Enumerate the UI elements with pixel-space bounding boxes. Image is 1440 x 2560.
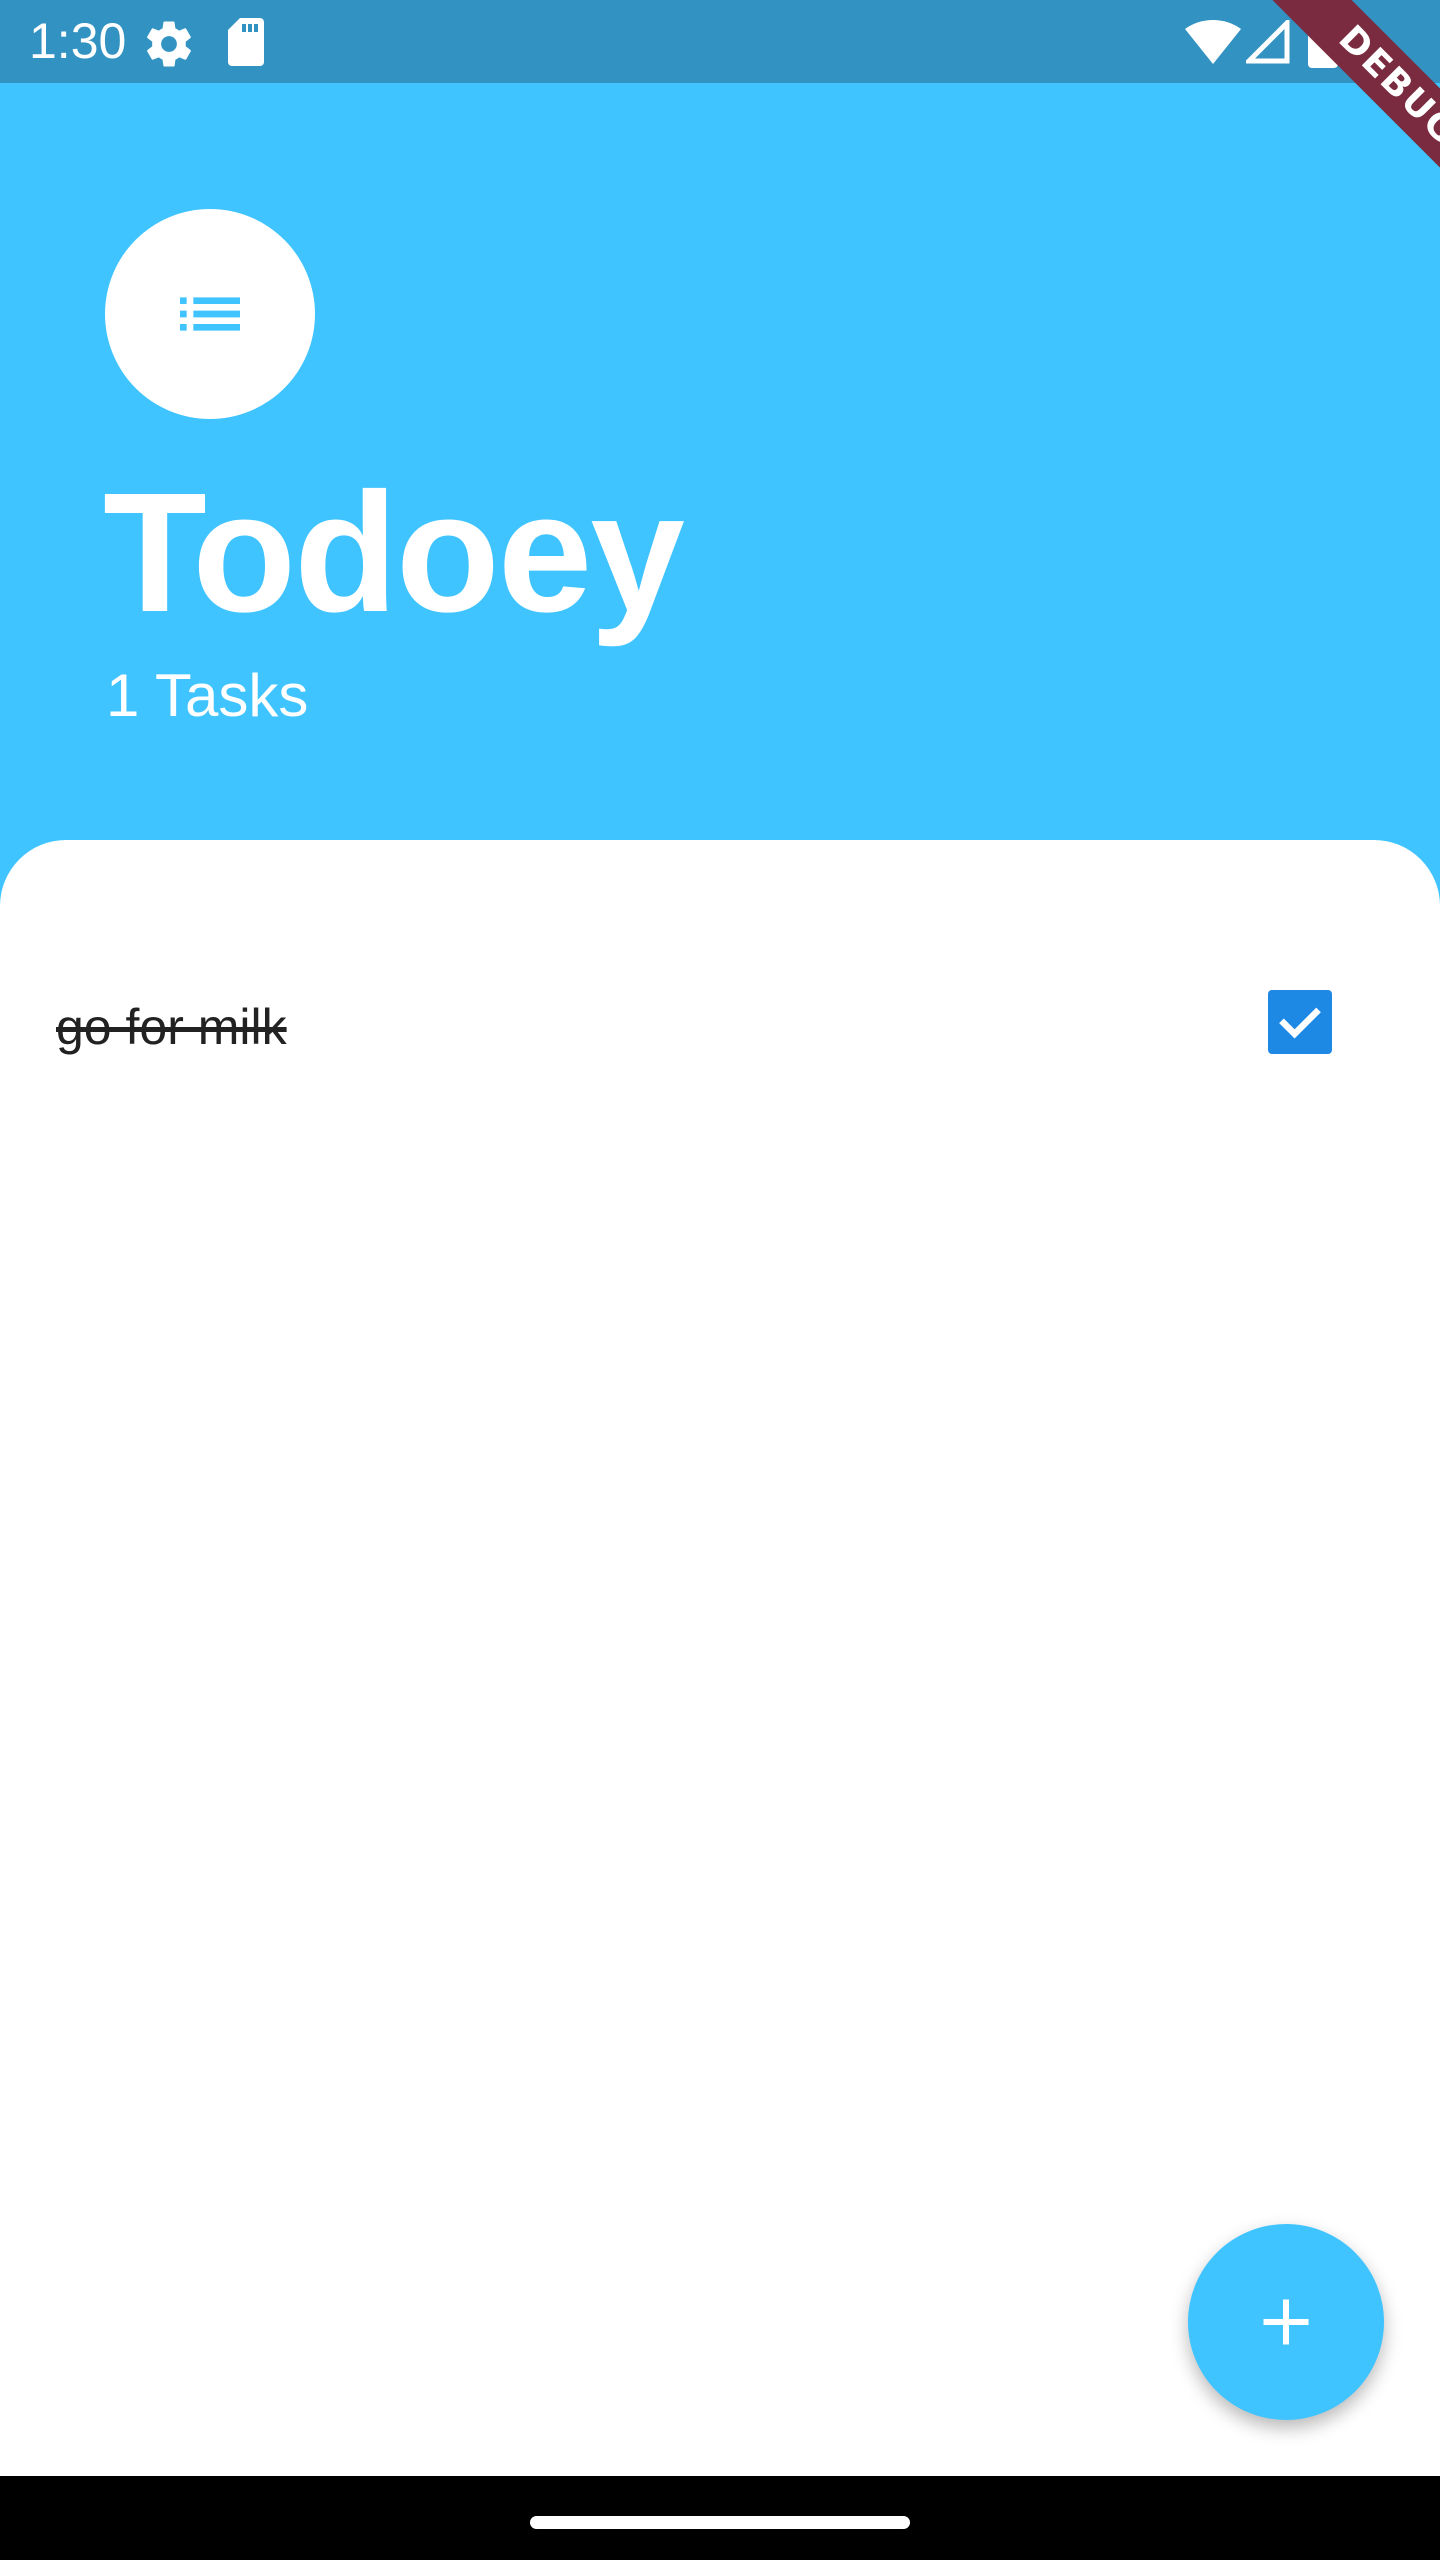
check-icon (1279, 1007, 1321, 1039)
add-task-button[interactable] (1188, 2224, 1384, 2420)
wifi-icon (1185, 20, 1241, 64)
sd-card-icon (228, 18, 264, 66)
task-checkbox[interactable] (1268, 990, 1332, 1054)
status-bar: 1:30 (0, 0, 1440, 83)
header: Todoey 1 Tasks (0, 83, 1440, 840)
battery-icon (1308, 16, 1338, 68)
home-indicator[interactable] (530, 2516, 910, 2529)
navigation-bar (0, 2476, 1440, 2560)
list-icon (180, 297, 240, 331)
plus-icon (1263, 2299, 1309, 2345)
status-time: 1:30 (29, 13, 127, 69)
list-item[interactable]: go for milk (0, 970, 1440, 1095)
avatar (105, 209, 315, 419)
cell-signal-icon (1246, 20, 1290, 64)
page-title: Todoey (103, 458, 685, 648)
task-title[interactable]: go for milk (56, 992, 287, 1062)
task-count: 1 Tasks (106, 662, 309, 729)
task-list-panel: go for milk (0, 840, 1440, 2476)
settings-gear-icon (147, 21, 191, 67)
